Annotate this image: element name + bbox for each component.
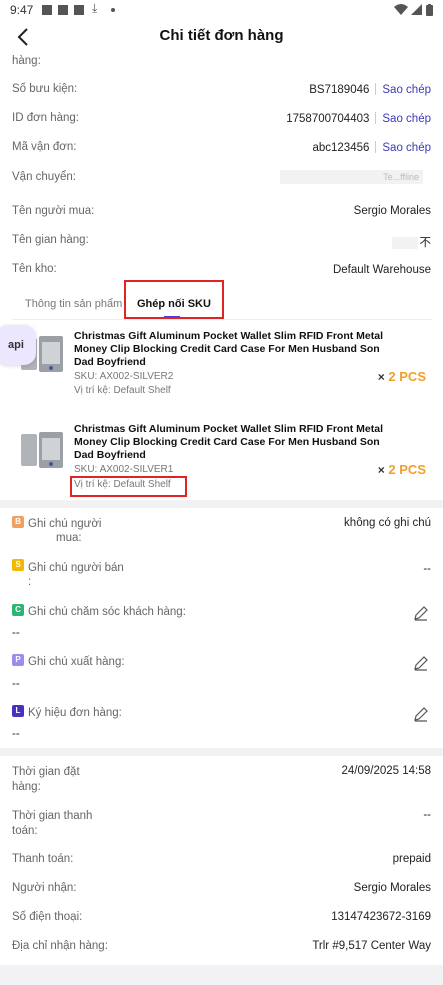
export-note-badge: P [12, 654, 24, 666]
product-shelf: Vị trí kệ: Default Shelf [74, 385, 171, 396]
order-time-value: 24/09/2025 14:58 [341, 765, 431, 777]
order-id-label: ID đơn hàng: [12, 112, 80, 124]
highlight-box [124, 280, 224, 319]
address-label: Địa chỉ nhận hàng: [12, 940, 108, 952]
waybill-label: Mã vận đơn: [12, 141, 77, 153]
phone-value: 13147423672-3169 [331, 911, 431, 923]
product-sku: SKU: AX002-SILVER1 [74, 464, 174, 475]
buyer-label: Tên người mua: [12, 205, 95, 217]
warehouse-label: Tên kho: [12, 263, 57, 275]
product-name: Christmas Gift Aluminum Pocket Wallet Sl… [74, 330, 384, 368]
product-sku: SKU: AX002-SILVER2 [74, 371, 174, 382]
package-no-label: Số bưu kiện: [12, 83, 78, 95]
notification-icon [74, 5, 84, 15]
order-details-card: Thời gian đặt hàng: 24/09/2025 14:58 Thời… [0, 756, 443, 965]
highlight-box [70, 476, 187, 497]
page-title: Chi tiết đơn hàng [159, 27, 284, 44]
order-time-label: Thời gian đặt hàng: [12, 766, 80, 793]
waybill-row: abc123456 Sao chép [312, 141, 431, 154]
buyer-note-label: Ghi chú người mua: [28, 518, 102, 544]
copy-order-id-button[interactable]: Sao chép [382, 113, 431, 125]
edit-icon[interactable] [413, 655, 429, 671]
edit-icon[interactable] [413, 706, 429, 722]
notification-icon [42, 5, 52, 15]
package-no-value: BS7189046 [309, 84, 370, 96]
signal-icon [411, 4, 422, 15]
export-note-value: -- [12, 678, 20, 690]
payment-time-value: -- [423, 809, 431, 821]
payment-time-label: Thời gian thanh toán: [12, 810, 93, 837]
order-info-card: hàng: Số bưu kiện: BS7189046 Sao chép ID … [0, 54, 443, 500]
product-quantity: × 2 PCS [377, 369, 426, 384]
order-mark-label: Ký hiệu đơn hàng: [28, 707, 122, 719]
buyer-note-value: không có ghi chú [344, 517, 431, 529]
shipping-value: Te...ffline [280, 170, 423, 184]
seller-note-badge: S [12, 559, 24, 571]
store-label: Tên gian hàng: [12, 234, 89, 246]
cs-note-label: Ghi chú chăm sóc khách hàng: [28, 606, 186, 618]
order-mark-value: -- [12, 728, 20, 740]
cut-off-label: hàng: [12, 55, 41, 67]
app-header: Chi tiết đơn hàng [0, 20, 443, 54]
notification-icon [58, 5, 68, 15]
buyer-note-badge: B [12, 516, 24, 528]
shipping-label: Vận chuyển: [12, 171, 76, 183]
seller-note-value: -- [423, 563, 431, 575]
waybill-value: abc123456 [312, 142, 370, 154]
wifi-icon [394, 4, 408, 15]
api-floating-button[interactable]: api [0, 325, 36, 365]
product-thumbnail [17, 426, 67, 474]
package-no-row: BS7189046 Sao chép [309, 83, 431, 96]
edit-icon[interactable] [413, 605, 429, 621]
product-quantity: × 2 PCS [377, 462, 426, 477]
copy-waybill-button[interactable]: Sao chép [382, 142, 431, 154]
download-icon: ⤓ [92, 1, 98, 15]
address-value: Trlr #9,517 Center Way [312, 940, 431, 952]
battery-icon [426, 4, 433, 16]
recipient-value: Sergio Morales [353, 882, 431, 894]
order-mark-badge: L [12, 705, 24, 717]
copy-package-no-button[interactable]: Sao chép [382, 84, 431, 96]
order-id-value: 1758700704403 [286, 113, 370, 125]
status-time: 9:47 [10, 3, 34, 17]
recipient-label: Người nhận: [12, 882, 77, 894]
warehouse-value: Default Warehouse [332, 264, 431, 276]
status-bar: 9:47 ⤓ [0, 0, 443, 20]
cs-note-value: -- [12, 627, 20, 639]
phone-label: Số điện thoại: [12, 911, 83, 923]
product-name: Christmas Gift Aluminum Pocket Wallet Sl… [74, 423, 384, 461]
export-note-label: Ghi chú xuất hàng: [28, 656, 125, 668]
payment-label: Thanh toán: [12, 853, 74, 865]
buyer-value: Sergio Morales [353, 205, 431, 217]
payment-value: prepaid [392, 853, 431, 865]
notes-card: B Ghi chú người mua: không có ghi chú S G… [0, 508, 443, 748]
tab-product-info[interactable]: Thông tin sản phẩm [25, 298, 122, 310]
order-id-row: 1758700704403 Sao chép [286, 112, 431, 125]
seller-note-label: Ghi chú người bán: [28, 562, 124, 588]
cs-note-badge: C [12, 604, 24, 616]
dot-icon [111, 8, 115, 12]
store-value: 不 [391, 234, 431, 250]
